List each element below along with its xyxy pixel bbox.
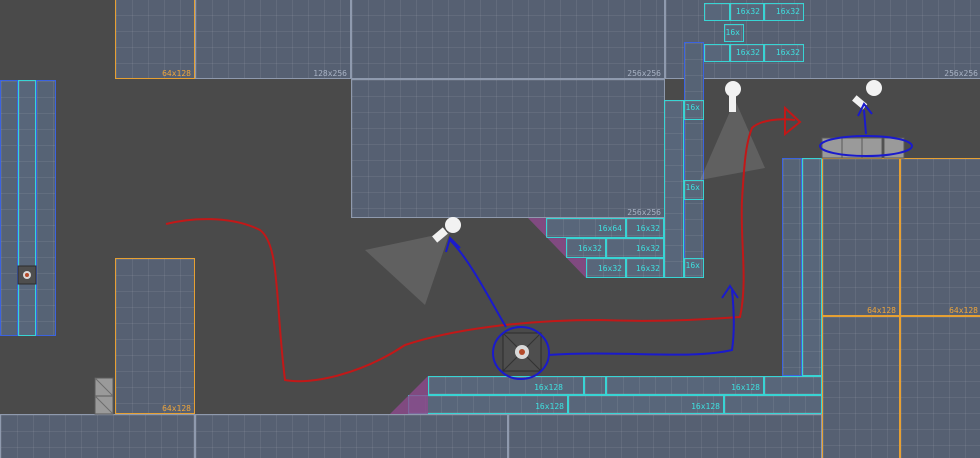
ramp-bottom-left (390, 376, 428, 414)
ramp-center (528, 218, 586, 278)
storage-cube-icon[interactable] (94, 377, 114, 415)
portal-button-icon[interactable] (17, 265, 37, 285)
spotlight-icon[interactable] (725, 81, 741, 112)
light-cone-center (365, 232, 450, 305)
portal-button-icon[interactable] (502, 332, 542, 372)
path-arrow-icon (784, 105, 802, 137)
blue-path-to-light (449, 239, 507, 328)
level-editor-canvas[interactable]: 64x128 128x256 256x256 256x256 256x256 1… (0, 0, 980, 458)
blue-path-cubes (863, 109, 867, 135)
blue-path-right (547, 289, 735, 356)
red-path-line (165, 118, 796, 383)
path-arrow-icon (721, 284, 739, 299)
overlay-layer (17, 80, 913, 415)
spotlight-icon[interactable] (852, 80, 882, 110)
